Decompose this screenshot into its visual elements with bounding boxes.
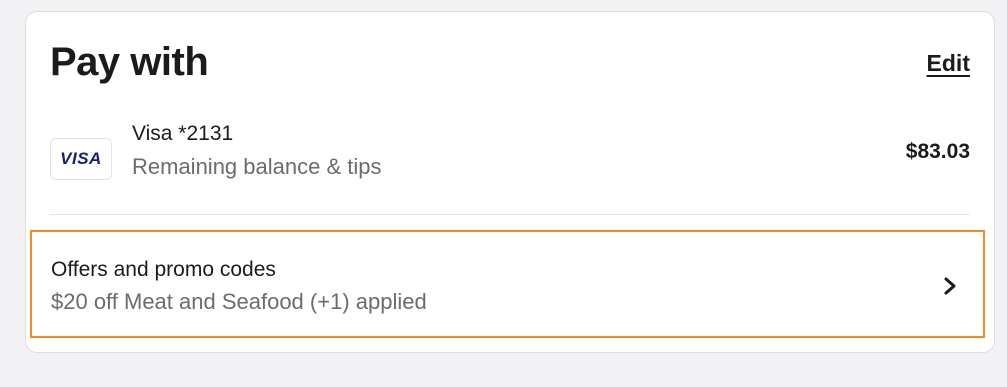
visa-card-icon: VISA bbox=[50, 138, 112, 180]
card-description: Remaining balance & tips bbox=[132, 154, 382, 179]
chevron-right-icon bbox=[944, 277, 956, 295]
divider bbox=[50, 214, 970, 215]
visa-logo-text: VISA bbox=[60, 149, 102, 168]
card-name: Visa *2131 bbox=[132, 122, 234, 145]
offers-promo-codes-row[interactable]: Offers and promo codes $20 off Meat and … bbox=[30, 230, 985, 338]
payment-amount: $83.03 bbox=[905, 140, 970, 163]
offers-title: Offers and promo codes bbox=[51, 258, 276, 281]
offers-description: $20 off Meat and Seafood (+1) applied bbox=[51, 289, 427, 314]
payment-method-row: VISA Visa *2131 Remaining balance & tips… bbox=[50, 120, 970, 196]
section-title: Pay with bbox=[50, 40, 209, 84]
pay-with-card: Pay with Edit VISA Visa *2131 Remaining … bbox=[25, 11, 995, 353]
edit-button[interactable]: Edit bbox=[927, 50, 970, 77]
